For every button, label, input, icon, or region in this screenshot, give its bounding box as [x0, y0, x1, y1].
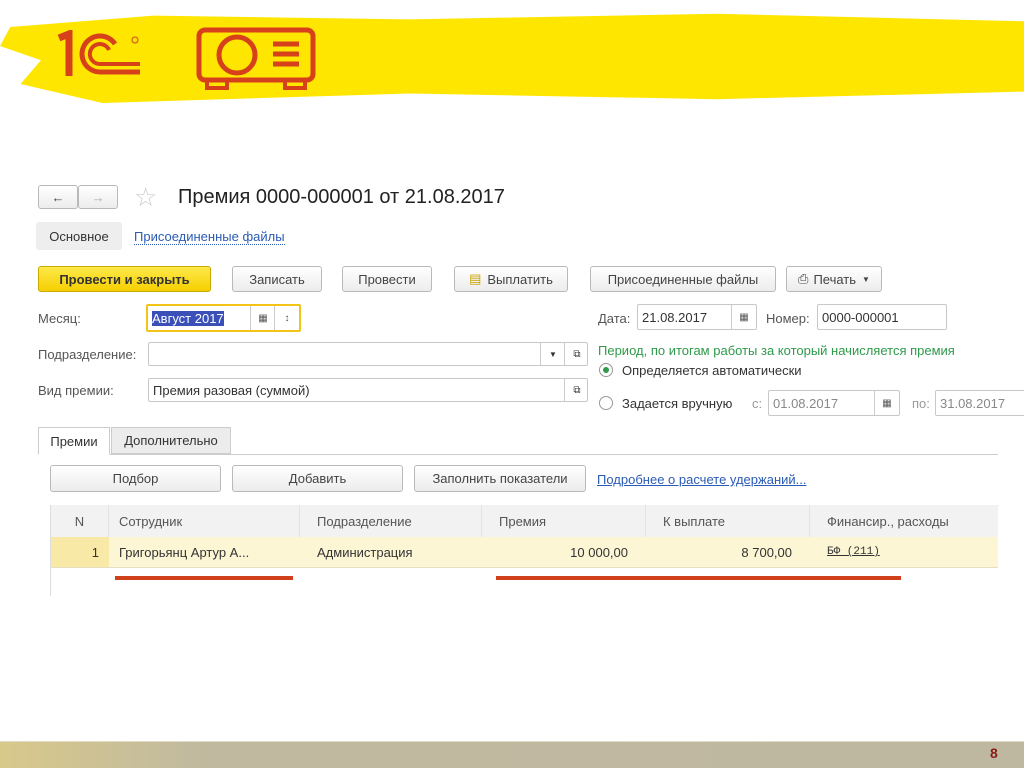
- tabs-divider: [38, 454, 998, 455]
- col-employee[interactable]: Сотрудник: [109, 505, 300, 537]
- page-number: 8: [990, 745, 998, 761]
- col-financing[interactable]: Финансир., расходы: [810, 505, 998, 537]
- cell-employee[interactable]: Григорьянц Артур А...: [109, 537, 300, 567]
- month-input[interactable]: Август 2017 ▦ ↕: [146, 304, 301, 332]
- cell-n: 1: [91, 544, 99, 560]
- back-button[interactable]: ←: [38, 185, 78, 209]
- open-icon[interactable]: ⧉: [564, 379, 589, 401]
- yellow-highlight: [0, 13, 1024, 103]
- from-value: 01.08.2017: [773, 395, 839, 411]
- underline-annotation: [496, 576, 901, 580]
- department-input[interactable]: [148, 342, 588, 366]
- print-button[interactable]: ⎙ Печать ▼: [786, 266, 882, 292]
- radio-auto-label: Определяется автоматически: [622, 363, 802, 378]
- bonus-type-label: Вид премии:: [38, 383, 114, 398]
- print-label: Печать: [813, 271, 857, 287]
- period-title: Период, по итогам работы за который начи…: [598, 343, 955, 358]
- tab-attached-files[interactable]: Присоединенные файлы: [134, 229, 285, 245]
- radio-auto[interactable]: [599, 363, 613, 377]
- select-button[interactable]: Подбор: [50, 465, 221, 492]
- cell-department[interactable]: Администрация: [300, 537, 482, 567]
- radio-manual-label: Задается вручную: [622, 396, 733, 411]
- forward-button[interactable]: →: [78, 185, 118, 209]
- printer-icon: ⎙: [798, 271, 809, 286]
- pay-label: Выплатить: [487, 271, 553, 287]
- 1c-logo: [57, 30, 140, 76]
- fill-indicators-button[interactable]: Заполнить показатели: [414, 465, 586, 492]
- bonus-type-input[interactable]: Премия разовая (суммой): [148, 378, 588, 402]
- calendar-icon[interactable]: ▦: [250, 306, 275, 330]
- month-value: Август 2017: [152, 310, 224, 326]
- number-input[interactable]: 0000-000001: [817, 304, 947, 330]
- from-input[interactable]: 01.08.2017 ▦: [768, 390, 900, 416]
- calendar-icon[interactable]: ▦: [874, 391, 899, 415]
- date-label: Дата:: [598, 311, 631, 326]
- cell-financing[interactable]: БФ (211): [810, 537, 998, 567]
- add-button[interactable]: Добавить: [232, 465, 403, 492]
- col-department[interactable]: Подразделение: [300, 505, 482, 537]
- date-input[interactable]: 21.08.2017 ▦: [637, 304, 757, 330]
- month-label: Месяц:: [38, 311, 81, 326]
- department-label: Подразделение:: [38, 347, 137, 362]
- open-icon[interactable]: ⧉: [564, 343, 589, 365]
- projector-icon: [196, 27, 316, 90]
- to-label: по:: [912, 396, 930, 411]
- arrow-right-icon: →: [91, 189, 105, 205]
- document-coins-icon: ▤: [469, 271, 482, 286]
- date-value: 21.08.2017: [642, 309, 708, 325]
- col-bonus[interactable]: Премия: [482, 505, 646, 537]
- tab-additional[interactable]: Дополнительно: [111, 427, 231, 454]
- deductions-details-link[interactable]: Подробнее о расчете удержаний...: [597, 472, 807, 487]
- star-icon[interactable]: ☆: [134, 182, 157, 213]
- calendar-icon[interactable]: ▦: [731, 305, 756, 329]
- to-input[interactable]: 31.08.2017: [935, 390, 1024, 416]
- dropdown-icon[interactable]: ▼: [540, 343, 565, 365]
- col-to-pay[interactable]: К выплате: [646, 505, 810, 537]
- post-and-close-button[interactable]: Провести и закрыть: [38, 266, 211, 292]
- radio-manual[interactable]: [599, 396, 613, 410]
- cell-bonus[interactable]: 10 000,00: [482, 537, 646, 567]
- from-label: с:: [752, 396, 763, 411]
- save-button[interactable]: Записать: [232, 266, 322, 292]
- pay-button[interactable]: ▤ Выплатить: [454, 266, 568, 292]
- number-label: Номер:: [766, 311, 810, 326]
- footer-bar: [0, 741, 1024, 768]
- col-n[interactable]: N: [51, 505, 109, 537]
- post-button[interactable]: Провести: [342, 266, 432, 292]
- underline-annotation: [115, 576, 293, 580]
- attached-files-button[interactable]: Присоединенные файлы: [590, 266, 776, 292]
- chevron-down-icon: ▼: [862, 274, 870, 284]
- cell-to-pay[interactable]: 8 700,00: [646, 537, 810, 567]
- arrow-left-icon: ←: [51, 189, 65, 205]
- tab-main[interactable]: Основное: [36, 222, 122, 250]
- tab-bonuses[interactable]: Премии: [38, 427, 110, 455]
- page-title: Премия 0000-000001 от 21.08.2017: [178, 186, 505, 208]
- spinner-icon[interactable]: ↕: [274, 306, 299, 330]
